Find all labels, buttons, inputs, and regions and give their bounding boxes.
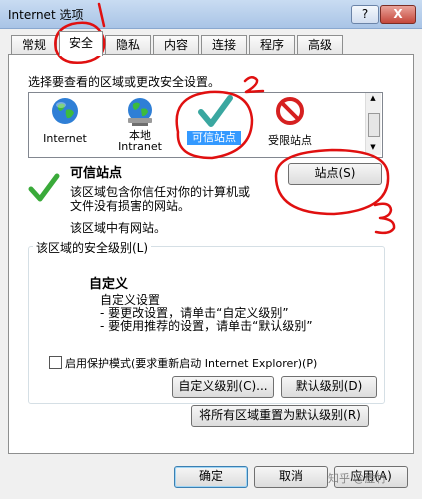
intranet-globe-icon <box>128 98 152 126</box>
cancel-button[interactable]: 取消 <box>254 466 328 488</box>
close-button[interactable]: X <box>380 5 416 24</box>
default-level-button[interactable]: 默认级别(D) <box>281 376 377 398</box>
scroll-up-icon[interactable]: ▲ <box>367 94 379 104</box>
tab-programs[interactable]: 程序 <box>249 35 295 55</box>
zone-list-scrollbar[interactable]: ▲ ▼ <box>365 93 381 155</box>
trusted-check-icon <box>28 173 60 202</box>
tab-privacy[interactable]: 隐私 <box>105 35 151 55</box>
watermark: 知乎 @虚竹 <box>328 472 387 485</box>
tab-security[interactable]: 安全 <box>59 31 103 56</box>
protected-mode-label[interactable]: 启用保护模式(要求重新启动 Internet Explorer)(P) <box>65 355 317 371</box>
zone-trusted[interactable]: 可信站点 <box>183 94 247 156</box>
protected-mode-checkbox[interactable] <box>49 356 62 369</box>
zone-intranet-label-line2: Intranet <box>118 140 162 153</box>
zone-restricted[interactable]: 受限站点 <box>258 94 322 156</box>
zone-description-line2: 文件没有损害的网站。 <box>70 199 191 213</box>
window-title: Internet 选项 <box>8 8 84 22</box>
zone-internet-label: Internet <box>43 132 87 145</box>
level-name: 自定义 <box>89 277 129 292</box>
globe-icon <box>52 98 78 124</box>
sites-button[interactable]: 站点(S) <box>288 163 382 185</box>
zone-title: 可信站点 <box>70 166 123 181</box>
tab-general[interactable]: 常规 <box>11 35 57 55</box>
scroll-thumb[interactable] <box>368 113 380 137</box>
ok-button[interactable]: 确定 <box>174 466 248 488</box>
zone-trusted-label: 可信站点 <box>187 131 241 145</box>
zone-internet[interactable]: Internet <box>34 94 96 156</box>
custom-level-button[interactable]: 自定义级别(C)... <box>172 376 274 398</box>
tab-connections[interactable]: 连接 <box>201 35 247 55</box>
zone-restricted-label: 受限站点 <box>268 134 312 147</box>
zone-intranet[interactable]: 本地 Intranet <box>108 94 172 156</box>
tab-content[interactable]: 内容 <box>153 35 199 55</box>
zone-intranet-label: 本地 Intranet <box>108 130 172 152</box>
level-desc-3: - 要使用推荐的设置，请单击“默认级别” <box>100 319 313 333</box>
tab-advanced[interactable]: 高级 <box>297 35 343 55</box>
scroll-down-icon[interactable]: ▼ <box>367 143 379 153</box>
reset-all-zones-button[interactable]: 将所有区域重置为默认级别(R) <box>191 405 369 427</box>
zone-has-sites: 该区域中有网站。 <box>70 221 167 235</box>
select-zone-prompt: 选择要查看的区域或更改安全设置。 <box>28 75 221 89</box>
restricted-icon <box>276 97 304 125</box>
check-mark-icon <box>198 95 233 127</box>
security-level-label: 该区域的安全级别(L) <box>33 239 152 256</box>
help-button[interactable]: ? <box>351 5 379 24</box>
